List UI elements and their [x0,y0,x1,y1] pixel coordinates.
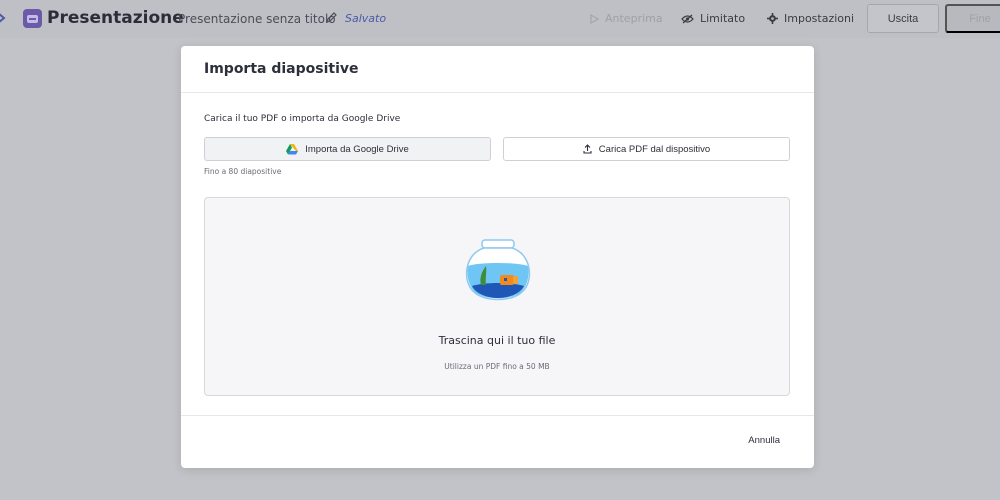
chevron-left-icon[interactable] [0,11,8,25]
play-icon [590,13,599,24]
app-logo-icon [23,9,42,28]
exit-button[interactable]: Uscita [867,4,939,33]
slide-limit-note: Fino a 80 diapositive [204,167,282,176]
settings-label: Impostazioni [784,12,855,25]
dropzone-title: Trascina qui il tuo file [438,334,556,347]
import-slides-dialog: Importa diapositive Carica il tuo PDF o … [181,46,814,468]
pencil-icon[interactable] [325,11,338,24]
preview-label: Anteprima [605,12,663,25]
app-name: Presentazione [47,8,184,28]
google-drive-icon [286,143,299,154]
dialog-intro-text: Carica il tuo PDF o importa da Google Dr… [204,114,401,124]
dropzone-subtitle: Utilizza un PDF fino a 50 MB [444,362,550,371]
document-title[interactable]: Presentazione senza titolo [178,12,336,26]
upload-icon [583,144,592,154]
upload-pdf-button[interactable]: Carica PDF dal dispositivo [503,137,790,161]
done-button[interactable]: Fine [945,4,1000,33]
import-google-drive-button[interactable]: Importa da Google Drive [204,137,491,161]
preview-button[interactable]: Anteprima [590,12,663,25]
eye-off-icon [681,14,694,23]
settings-button[interactable]: Impostazioni [767,12,854,25]
fishbowl-icon [465,239,531,301]
visibility-label: Limitato [700,12,746,25]
dialog-footer: Annulla [181,415,814,468]
dialog-body: Carica il tuo PDF o importa da Google Dr… [181,93,814,415]
upload-button-label: Carica PDF dal dispositivo [598,143,711,155]
dialog-title: Importa diapositive [204,61,359,77]
google-drive-button-label: Importa da Google Drive [305,143,409,155]
gear-icon [767,13,778,24]
cancel-button[interactable]: Annulla [748,435,780,446]
dialog-header: Importa diapositive [181,46,814,93]
file-dropzone[interactable]: Trascina qui il tuo file Utilizza un PDF… [204,197,790,396]
save-status: Salvato [345,12,387,25]
top-app-bar: Presentazione Presentazione senza titolo… [0,0,1000,38]
visibility-button[interactable]: Limitato [681,12,745,25]
